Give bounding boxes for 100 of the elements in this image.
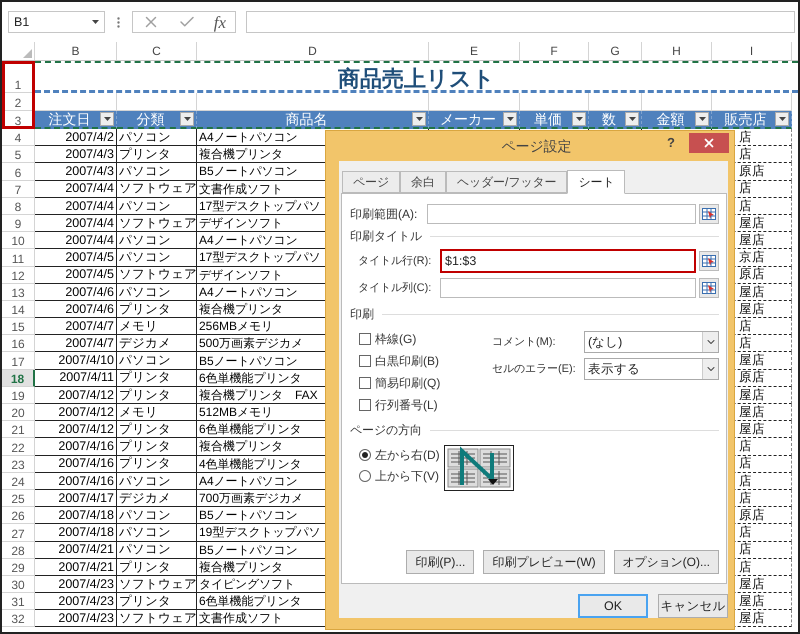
column-header[interactable]: B bbox=[35, 42, 117, 60]
caret-icon bbox=[92, 20, 99, 24]
radio-button[interactable] bbox=[359, 470, 371, 482]
column-heading: 数 bbox=[589, 111, 642, 129]
row-number[interactable]: 30 bbox=[2, 576, 35, 594]
row-number[interactable]: 9 bbox=[2, 214, 35, 232]
table-cell: 2007/4/23 bbox=[35, 610, 117, 628]
row-number[interactable]: 17 bbox=[2, 352, 35, 370]
column-heading: メーカー bbox=[429, 111, 520, 129]
tab[interactable]: ヘッダー/フッター bbox=[446, 171, 568, 193]
caret-icon bbox=[184, 117, 190, 121]
name-box[interactable]: B1 bbox=[8, 11, 105, 33]
row-number[interactable]: 25 bbox=[2, 490, 35, 508]
row-number[interactable]: 29 bbox=[2, 558, 35, 576]
range-select-button[interactable] bbox=[699, 204, 719, 224]
column-header[interactable]: H bbox=[642, 42, 712, 60]
dropdown-field[interactable]: (なし) bbox=[584, 331, 719, 353]
row-number[interactable]: 11 bbox=[2, 249, 35, 266]
row-number[interactable]: 6 bbox=[2, 163, 35, 181]
table-cell: 2007/4/12 bbox=[35, 421, 117, 438]
column-header[interactable]: F bbox=[520, 42, 589, 60]
row-number[interactable]: 26 bbox=[2, 507, 35, 524]
caret-icon bbox=[104, 117, 110, 121]
row-number[interactable]: 13 bbox=[2, 284, 35, 301]
table-cell: デジカメ bbox=[117, 335, 197, 352]
filter-button[interactable] bbox=[412, 112, 426, 126]
column-header[interactable]: E bbox=[429, 42, 520, 60]
table-cell: プリンタ bbox=[117, 370, 197, 387]
field-label: セルのエラー(E): bbox=[492, 362, 577, 377]
filter-button[interactable] bbox=[100, 112, 114, 126]
column-heading: 商品名 bbox=[197, 111, 429, 129]
checkbox[interactable] bbox=[359, 333, 371, 345]
row-number[interactable]: 19 bbox=[2, 386, 35, 404]
column-header[interactable]: C bbox=[117, 42, 197, 60]
filter-button[interactable] bbox=[503, 112, 517, 126]
action-button[interactable]: オプション(O)... bbox=[614, 550, 719, 574]
row-number[interactable]: 23 bbox=[2, 456, 35, 473]
table-cell: パソコン bbox=[117, 163, 197, 181]
row-number[interactable]: 27 bbox=[2, 524, 35, 542]
column-header[interactable]: I bbox=[712, 42, 792, 60]
checkbox[interactable] bbox=[359, 399, 371, 411]
drag-handle-icon[interactable] bbox=[117, 16, 120, 28]
row-number[interactable]: 15 bbox=[2, 318, 35, 336]
action-button[interactable]: 印刷プレビュー(W) bbox=[483, 550, 605, 574]
row-number[interactable]: 22 bbox=[2, 438, 35, 456]
table-cell: プリンタ bbox=[117, 456, 197, 473]
checkbox[interactable] bbox=[359, 377, 371, 389]
row-number[interactable]: 28 bbox=[2, 542, 35, 559]
dialog-button[interactable]: OK bbox=[578, 594, 648, 618]
page-order-drawing bbox=[444, 445, 514, 491]
input-field[interactable] bbox=[427, 204, 696, 224]
filter-button[interactable] bbox=[625, 112, 639, 126]
column-header[interactable]: D bbox=[197, 42, 429, 60]
row-number[interactable]: 16 bbox=[2, 335, 35, 352]
row-number[interactable]: 31 bbox=[2, 593, 35, 610]
row-number[interactable]: 10 bbox=[2, 232, 35, 250]
caret-icon bbox=[698, 117, 706, 121]
filter-button[interactable] bbox=[180, 112, 194, 126]
dropdown-field[interactable]: 表示する bbox=[584, 358, 719, 380]
table-cell: パソコン bbox=[117, 507, 197, 524]
column-heading: 販売店 bbox=[712, 111, 792, 129]
radio-button[interactable] bbox=[359, 448, 371, 460]
filter-button[interactable] bbox=[695, 112, 709, 126]
row-number[interactable]: 18 bbox=[2, 370, 35, 387]
table-cell: 2007/4/21 bbox=[35, 558, 117, 576]
tab[interactable]: シート bbox=[567, 170, 626, 194]
table-cell: パソコン bbox=[117, 232, 197, 250]
row-number[interactable]: 14 bbox=[2, 300, 35, 318]
row-number[interactable]: 7 bbox=[2, 180, 35, 198]
action-button[interactable]: 印刷(P)... bbox=[406, 550, 474, 574]
table-cell: ソフトウェア bbox=[117, 180, 197, 198]
row-number[interactable]: 8 bbox=[2, 198, 35, 215]
grid-icon bbox=[702, 282, 716, 294]
row-number[interactable]: 21 bbox=[2, 421, 35, 438]
range-select-button[interactable] bbox=[699, 278, 719, 298]
row-number[interactable]: 4 bbox=[2, 129, 35, 146]
close-button[interactable] bbox=[689, 133, 729, 153]
row-number[interactable]: 24 bbox=[2, 472, 35, 490]
table-cell: メモリ bbox=[117, 318, 197, 336]
input-field[interactable] bbox=[440, 278, 696, 298]
caret-icon bbox=[416, 117, 422, 121]
checkbox[interactable] bbox=[359, 355, 371, 367]
row-number[interactable]: 5 bbox=[2, 146, 35, 164]
row-number[interactable]: 32 bbox=[2, 610, 35, 628]
dialog-button[interactable]: キャンセル bbox=[658, 594, 728, 618]
filter-button[interactable] bbox=[572, 112, 586, 126]
tab[interactable]: 余白 bbox=[400, 171, 446, 193]
grid-icon bbox=[702, 255, 716, 267]
row-number[interactable]: 20 bbox=[2, 404, 35, 422]
table-cell: デジカメ bbox=[117, 490, 197, 508]
formula-field[interactable] bbox=[246, 11, 795, 33]
range-select-button[interactable] bbox=[699, 251, 719, 271]
filter-button[interactable] bbox=[775, 112, 789, 126]
column-header[interactable]: G bbox=[589, 42, 642, 60]
insert-function-button[interactable]: fx bbox=[214, 14, 226, 30]
row-number[interactable]: 12 bbox=[2, 266, 35, 284]
input-field[interactable]: $1:$3 bbox=[440, 249, 696, 273]
help-button[interactable]: ? bbox=[667, 136, 675, 149]
tab[interactable]: ページ bbox=[342, 171, 400, 193]
table-cell: 2007/4/18 bbox=[35, 507, 117, 524]
